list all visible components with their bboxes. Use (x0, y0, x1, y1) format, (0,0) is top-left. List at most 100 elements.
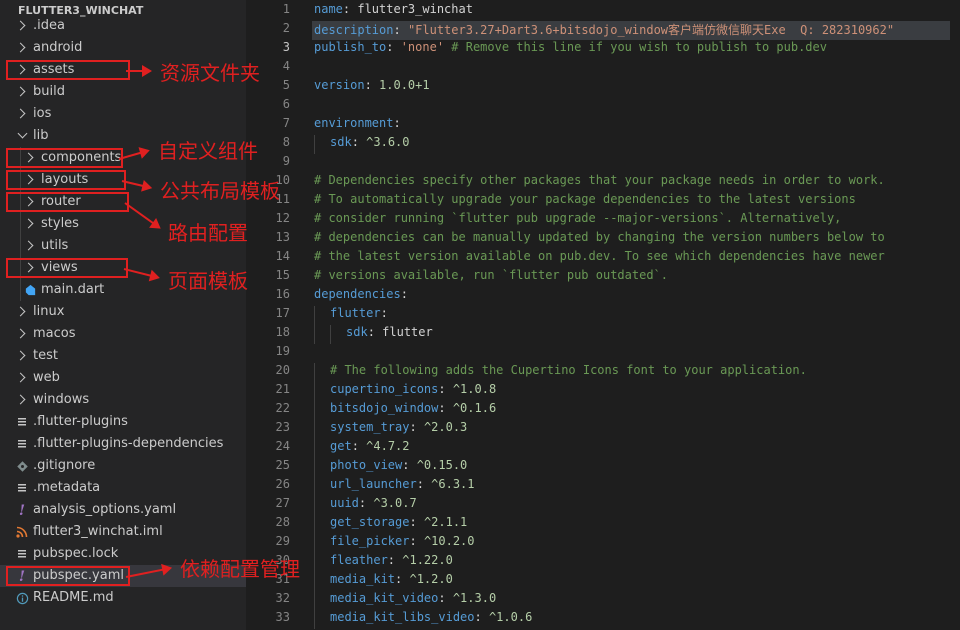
text-file-icon (18, 550, 26, 559)
code-token: flutter (330, 306, 381, 320)
folder-web[interactable]: web (0, 367, 246, 389)
code-line[interactable]: # The following adds the Cupertino Icons… (314, 363, 807, 382)
code-editor[interactable]: 1234567891011121314151617181920212223242… (246, 0, 960, 630)
code-line[interactable]: # versions available, run `flutter pub o… (314, 268, 668, 287)
code-line[interactable]: get: ^4.7.2 (314, 439, 410, 458)
code-line[interactable]: photo_view: ^0.15.0 (314, 458, 467, 477)
code-line[interactable]: file_picker: ^10.2.0 (314, 534, 475, 553)
indent-guide (314, 553, 315, 572)
annotation-box (6, 192, 129, 212)
chevron-right-icon (16, 329, 26, 339)
indent-guide (314, 458, 315, 477)
code-line[interactable]: # To automatically upgrade your package … (314, 192, 856, 211)
code-token: fleather (330, 553, 388, 567)
tree-item-label: linux (33, 301, 64, 323)
code-line[interactable]: sdk: ^3.6.0 (314, 135, 410, 154)
code-line[interactable]: environment: (314, 116, 401, 135)
file-analysis-options-yaml[interactable]: !analysis_options.yaml (0, 499, 246, 521)
code-line[interactable]: bitsdojo_window: ^0.1.6 (314, 401, 496, 420)
folder-test[interactable]: test (0, 345, 246, 367)
code-line[interactable]: publish_to: 'none' # Remove this line if… (314, 40, 827, 59)
code-line[interactable]: dependencies: (314, 287, 408, 306)
code-token: : (401, 287, 408, 301)
code-token: : (417, 477, 431, 491)
code-token: 1.0.0+1 (379, 78, 430, 92)
code-token: ^2.0.3 (424, 420, 467, 434)
code-token: url_launcher (330, 477, 417, 491)
code-token: ^0.1.6 (453, 401, 496, 415)
code-token: get (330, 439, 352, 453)
text-file-icon (18, 484, 26, 493)
code-token: : (438, 401, 452, 415)
code-line-content: sdk: ^3.6.0 (314, 135, 410, 149)
tree-item-label: windows (33, 389, 89, 411)
code-token: : (381, 306, 388, 320)
tree-item-label: .metadata (33, 477, 100, 499)
file-gitignore[interactable]: .gitignore (0, 455, 246, 477)
line-number: 25 (246, 458, 290, 477)
line-number: 28 (246, 515, 290, 534)
file-flutter3-winchat-iml[interactable]: flutter3_winchat.iml (0, 521, 246, 543)
folder-linux[interactable]: linux (0, 301, 246, 323)
line-number: 21 (246, 382, 290, 401)
file-flutter-plugins-dependencies[interactable]: .flutter-plugins-dependencies (0, 433, 246, 455)
indent-guide (314, 401, 315, 420)
code-line[interactable]: flutter: (314, 306, 388, 325)
code-line[interactable]: name: flutter3_winchat (314, 2, 473, 21)
folder-windows[interactable]: windows (0, 389, 246, 411)
code-line[interactable]: media_kit_libs_video: ^1.0.6 (314, 610, 532, 629)
code-line[interactable]: sdk: flutter (314, 325, 433, 344)
annotation-box (6, 60, 130, 80)
code-line[interactable]: system_tray: ^2.0.3 (314, 420, 467, 439)
code-line-content: # consider running `flutter pub upgrade … (314, 211, 841, 225)
code-token: : (359, 496, 373, 510)
code-line[interactable]: cupertino_icons: ^1.0.8 (314, 382, 496, 401)
code-token: : (438, 382, 452, 396)
code-token: media_kit_video (330, 591, 438, 605)
code-line-content: # Dependencies specify other packages th… (314, 173, 885, 187)
code-line-content: publish_to: 'none' # Remove this line if… (314, 40, 827, 54)
line-number: 27 (246, 496, 290, 515)
code-line[interactable]: fleather: ^1.22.0 (314, 553, 453, 572)
line-number: 2 (246, 21, 290, 40)
code-token: flutter3_winchat (357, 2, 473, 16)
code-line-content: sdk: flutter (314, 325, 433, 339)
code-line[interactable]: # Dependencies specify other packages th… (314, 173, 885, 192)
tree-item-label: main.dart (41, 279, 104, 301)
code-token: dependencies (314, 287, 401, 301)
exclamation-icon: ! (19, 503, 25, 519)
folder-idea[interactable]: .idea (0, 15, 246, 37)
code-line[interactable]: version: 1.0.0+1 (314, 78, 430, 97)
code-line[interactable]: # consider running `flutter pub upgrade … (314, 211, 841, 230)
code-line[interactable]: description: "Flutter3.27+Dart3.6+bitsdo… (312, 21, 950, 40)
indent-guide (314, 591, 315, 610)
code-line[interactable]: uuid: ^3.0.7 (314, 496, 417, 515)
code-line[interactable]: # the latest version available on pub.de… (314, 249, 885, 268)
indent-guide (314, 306, 315, 325)
indent-guide (314, 382, 315, 401)
code-token: 'none' (401, 40, 444, 54)
code-line-content: name: flutter3_winchat (314, 2, 473, 16)
code-line-content: description: "Flutter3.27+Dart3.6+bitsdo… (312, 23, 894, 37)
code-line-content: system_tray: ^2.0.3 (314, 420, 467, 434)
line-number: 18 (246, 325, 290, 344)
code-line[interactable]: get_storage: ^2.1.1 (314, 515, 467, 534)
code-token: "Flutter3.27+Dart3.6+bitsdojo_window客户端仿… (408, 23, 894, 37)
chevron-right-icon (16, 351, 26, 361)
code-line[interactable]: media_kit_video: ^1.3.0 (314, 591, 496, 610)
line-number: 12 (246, 211, 290, 230)
code-line[interactable]: # dependencies can be manually updated b… (314, 230, 885, 249)
code-line-content: bitsdojo_window: ^0.1.6 (314, 401, 496, 415)
folder-macos[interactable]: macos (0, 323, 246, 345)
code-line[interactable]: media_kit: ^1.2.0 (314, 572, 453, 591)
annotation-label: 路由配置 (168, 217, 248, 246)
code-token: uuid (330, 496, 359, 510)
folder-android[interactable]: android (0, 37, 246, 59)
file-readme-md[interactable]: README.md (0, 587, 246, 609)
folder-ios[interactable]: ios (0, 103, 246, 125)
code-token: media_kit (330, 572, 395, 586)
annotation-label: 资源文件夹 (160, 57, 260, 86)
code-line[interactable]: url_launcher: ^6.3.1 (314, 477, 475, 496)
file-metadata[interactable]: .metadata (0, 477, 246, 499)
file-flutter-plugins[interactable]: .flutter-plugins (0, 411, 246, 433)
